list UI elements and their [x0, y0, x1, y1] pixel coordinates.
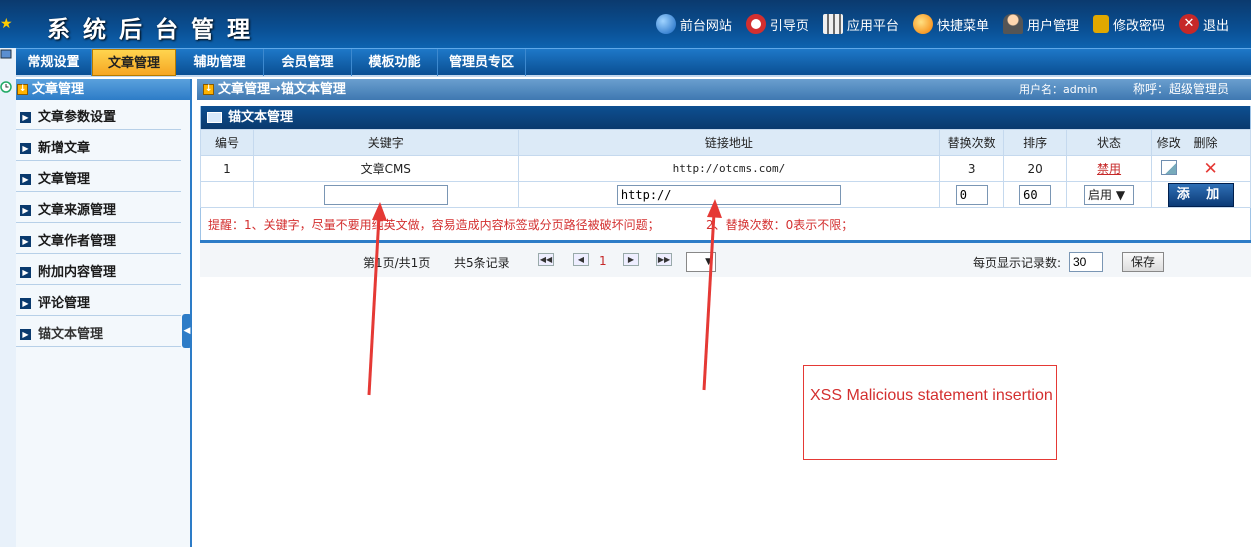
arrow-to-url-input	[702, 199, 722, 391]
annotation-arrows	[367, 199, 722, 396]
arrow-to-keyword-input	[367, 202, 387, 396]
